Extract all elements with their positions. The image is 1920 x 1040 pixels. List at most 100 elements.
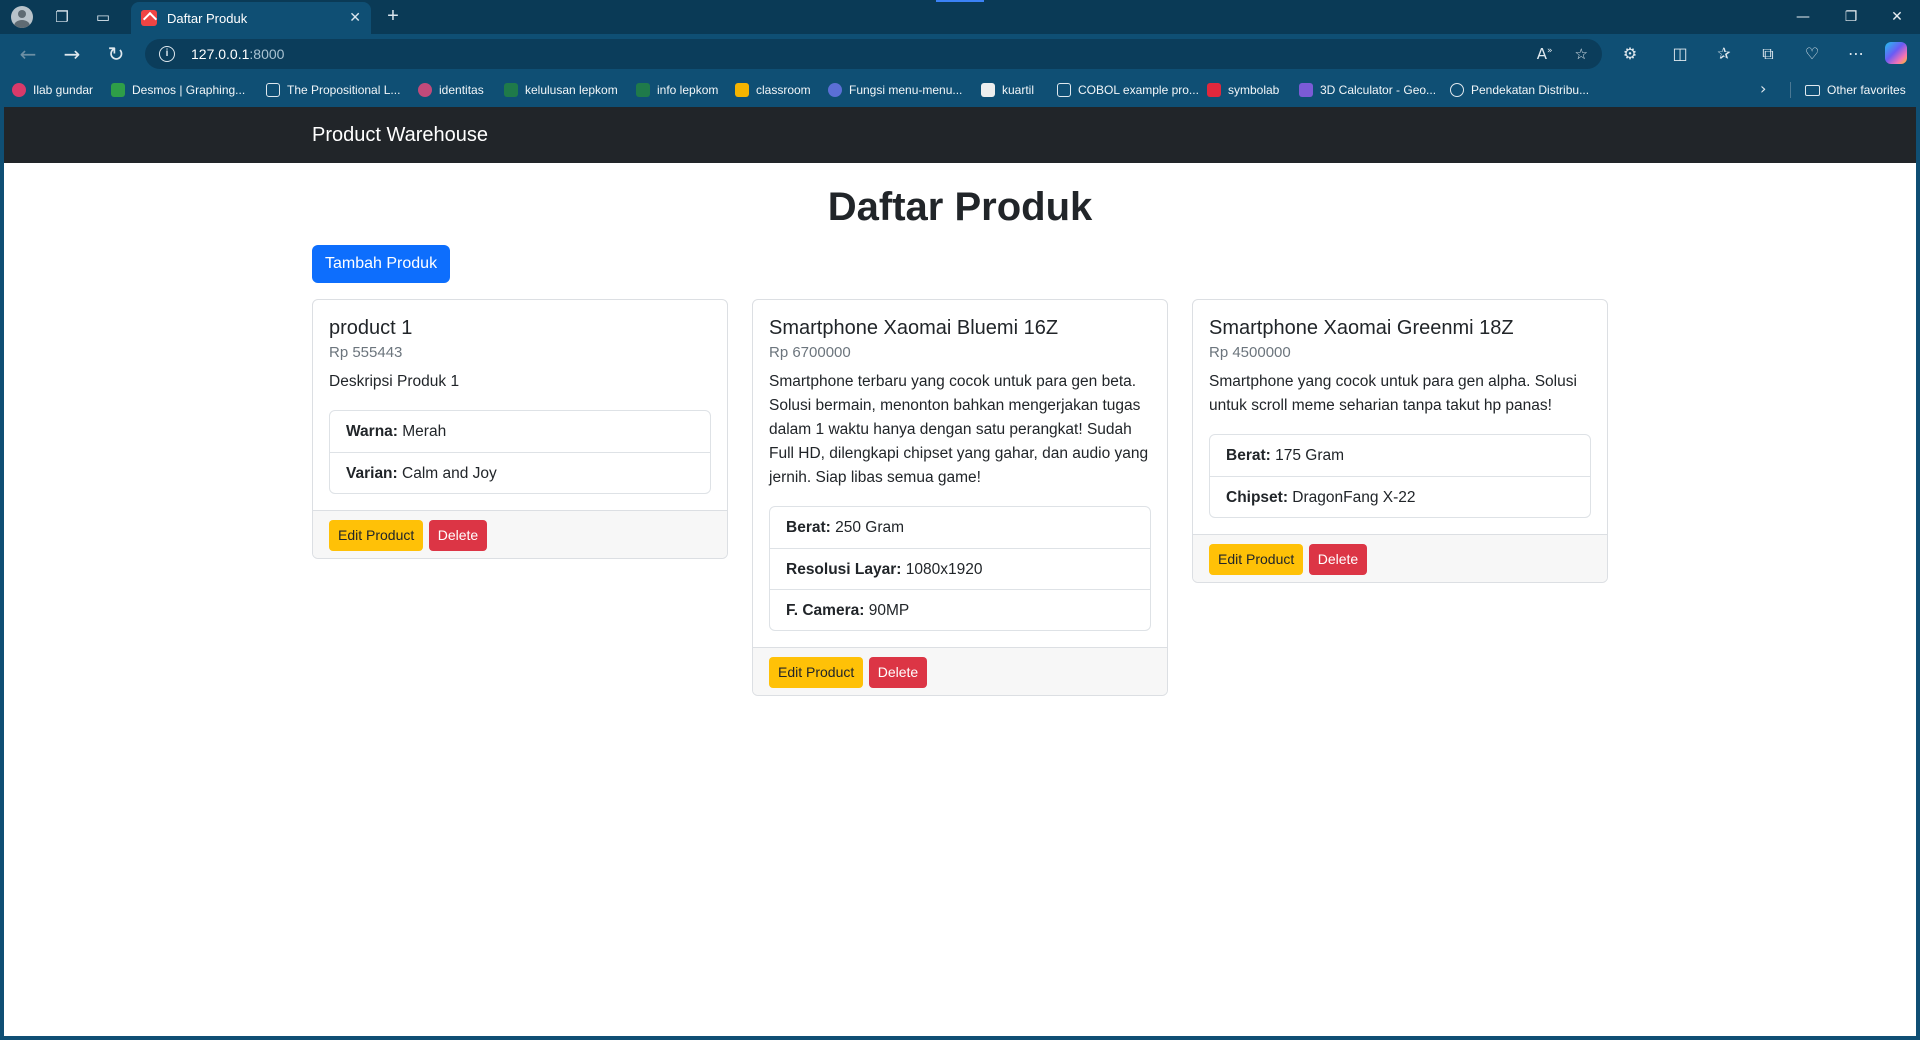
spec-label: Resolusi Layar: xyxy=(786,561,902,578)
product-card: Smartphone Xaomai Bluemi 16Z Rp 6700000 … xyxy=(752,299,1168,696)
favorite-label: kelulusan lepkom xyxy=(525,83,618,97)
spec-value: 175 Gram xyxy=(1270,447,1345,464)
spec-label: F. Camera: xyxy=(786,602,865,619)
product-description: Deskripsi Produk 1 xyxy=(329,373,460,390)
navbar-brand[interactable]: Product Warehouse xyxy=(312,124,488,147)
profile-icon[interactable] xyxy=(5,5,39,29)
spec-value: Merah xyxy=(397,423,447,440)
performance-icon[interactable]: ♡ xyxy=(1800,43,1824,65)
product-description: Smartphone terbaru yang cocok untuk para… xyxy=(769,373,1149,486)
favorite-label: kuartil xyxy=(1002,83,1035,97)
favorite-label: info lepkom xyxy=(657,83,719,97)
favorite-label: classroom xyxy=(756,83,811,97)
favorite-link[interactable]: Fungsi menu-menu... xyxy=(828,81,962,99)
spec-list: Berat: 250 Gram Resolusi Layar: 1080x192… xyxy=(769,506,1151,631)
extensions-icon[interactable]: ⚙ xyxy=(1618,43,1642,65)
spec-value: Calm and Joy xyxy=(397,465,497,482)
favorite-link[interactable]: Ilab gundar xyxy=(12,81,93,99)
url-port: :8000 xyxy=(249,46,285,62)
wordpress-icon xyxy=(828,83,842,97)
spec-label: Berat: xyxy=(786,519,831,536)
spec-list: Warna: Merah Varian: Calm and Joy xyxy=(329,410,711,494)
geogebra-icon xyxy=(1299,83,1313,97)
edit-product-button[interactable]: Edit Product xyxy=(769,657,864,688)
favorite-link[interactable]: classroom xyxy=(735,81,811,99)
symbolab-icon xyxy=(1207,83,1221,97)
spec-item: Varian: Calm and Joy xyxy=(330,452,710,493)
split-screen-icon[interactable]: ◫ xyxy=(1668,43,1692,65)
page-icon xyxy=(1057,83,1071,97)
minimize-icon[interactable]: — xyxy=(1780,4,1826,30)
read-aloud-icon[interactable]: A» xyxy=(1537,45,1553,63)
spec-label: Berat: xyxy=(1226,447,1271,464)
laravel-favicon-icon xyxy=(141,10,157,26)
edit-product-button[interactable]: Edit Product xyxy=(329,520,424,551)
favorite-link[interactable]: identitas xyxy=(418,81,484,99)
favorite-link[interactable]: Pendekatan Distribu... xyxy=(1450,81,1589,99)
favorite-link[interactable]: kelulusan lepkom xyxy=(504,81,618,99)
favicon-icon xyxy=(111,83,125,97)
favorite-label: Desmos | Graphing... xyxy=(132,83,246,97)
delete-button[interactable]: Delete xyxy=(868,657,928,688)
forward-arrow-icon[interactable]: → xyxy=(56,40,88,68)
spec-label: Chipset: xyxy=(1226,489,1288,506)
edit-product-button[interactable]: Edit Product xyxy=(1209,544,1304,575)
restore-icon[interactable]: ❐ xyxy=(1828,4,1874,30)
product-description: Smartphone yang cocok untuk para gen alp… xyxy=(1209,373,1577,414)
favicon-icon xyxy=(504,83,518,97)
card-footer: Edit Product Delete xyxy=(1193,534,1607,582)
favorite-link[interactable]: 3D Calculator - Geo... xyxy=(1299,81,1436,99)
favicon-icon xyxy=(981,83,995,97)
favorite-label: Pendekatan Distribu... xyxy=(1471,83,1590,97)
card-footer: Edit Product Delete xyxy=(313,510,727,558)
product-name: Smartphone Xaomai Bluemi 16Z xyxy=(769,317,1059,339)
product-price: Rp 555443 xyxy=(329,344,403,361)
favorite-link[interactable]: COBOL example pro... xyxy=(1057,81,1199,99)
close-window-icon[interactable]: ✕ xyxy=(1874,4,1920,30)
folder-icon xyxy=(1805,84,1820,96)
close-tab-icon[interactable]: ✕ xyxy=(349,10,361,26)
back-arrow-icon[interactable]: ← xyxy=(12,40,44,68)
globe-icon xyxy=(1450,83,1464,97)
favicon-icon xyxy=(418,83,432,97)
collections-icon[interactable]: ⧉ xyxy=(1756,43,1780,65)
product-card: Smartphone Xaomai Greenmi 18Z Rp 4500000… xyxy=(1192,299,1608,583)
window-accent xyxy=(936,0,984,2)
favorite-link[interactable]: The Propositional L... xyxy=(266,81,400,99)
tab-actions-icon[interactable]: ▭ xyxy=(86,5,120,29)
workspaces-icon[interactable]: ❐ xyxy=(45,5,79,29)
favorites-icon[interactable]: ✰ xyxy=(1712,43,1736,65)
info-icon[interactable]: i xyxy=(159,46,175,62)
app-navbar: Product Warehouse xyxy=(4,107,1916,163)
favorite-label: Ilab gundar xyxy=(33,83,94,97)
favorite-label: symbolab xyxy=(1228,83,1280,97)
spec-item: F. Camera: 90MP xyxy=(770,589,1150,630)
product-name: product 1 xyxy=(329,317,413,339)
address-bar[interactable]: i 127.0.0.1 :8000 A» ☆ xyxy=(145,39,1602,69)
page-title: Daftar Produk xyxy=(827,185,1093,229)
browser-tab[interactable]: Daftar Produk ✕ xyxy=(131,2,371,34)
page-icon xyxy=(266,83,280,97)
tab-title: Daftar Produk xyxy=(167,10,248,26)
card-footer: Edit Product Delete xyxy=(753,647,1167,695)
favorite-link[interactable]: Desmos | Graphing... xyxy=(111,81,245,99)
new-tab-icon[interactable]: + xyxy=(380,5,406,29)
copilot-icon[interactable] xyxy=(1885,42,1907,64)
spec-value: 1080x1920 xyxy=(901,561,983,578)
product-price: Rp 6700000 xyxy=(769,344,851,361)
add-product-button[interactable]: Tambah Produk xyxy=(312,245,451,283)
chevron-right-icon[interactable]: › xyxy=(1760,79,1766,98)
refresh-icon[interactable]: ↻ xyxy=(100,40,132,68)
other-favorites[interactable]: Other favorites xyxy=(1805,81,1906,99)
favicon-icon xyxy=(636,83,650,97)
star-icon[interactable]: ☆ xyxy=(1575,45,1588,63)
favorite-link[interactable]: symbolab xyxy=(1207,81,1279,99)
favicon-icon xyxy=(12,83,26,97)
delete-button[interactable]: Delete xyxy=(428,520,488,551)
favorite-link[interactable]: kuartil xyxy=(981,81,1034,99)
spec-item: Berat: 175 Gram xyxy=(1210,435,1590,476)
more-icon[interactable]: ⋯ xyxy=(1844,43,1868,65)
page-viewport: Product Warehouse Daftar Produk Tambah P… xyxy=(4,107,1916,1036)
delete-button[interactable]: Delete xyxy=(1308,544,1368,575)
favorite-link[interactable]: info lepkom xyxy=(636,81,718,99)
